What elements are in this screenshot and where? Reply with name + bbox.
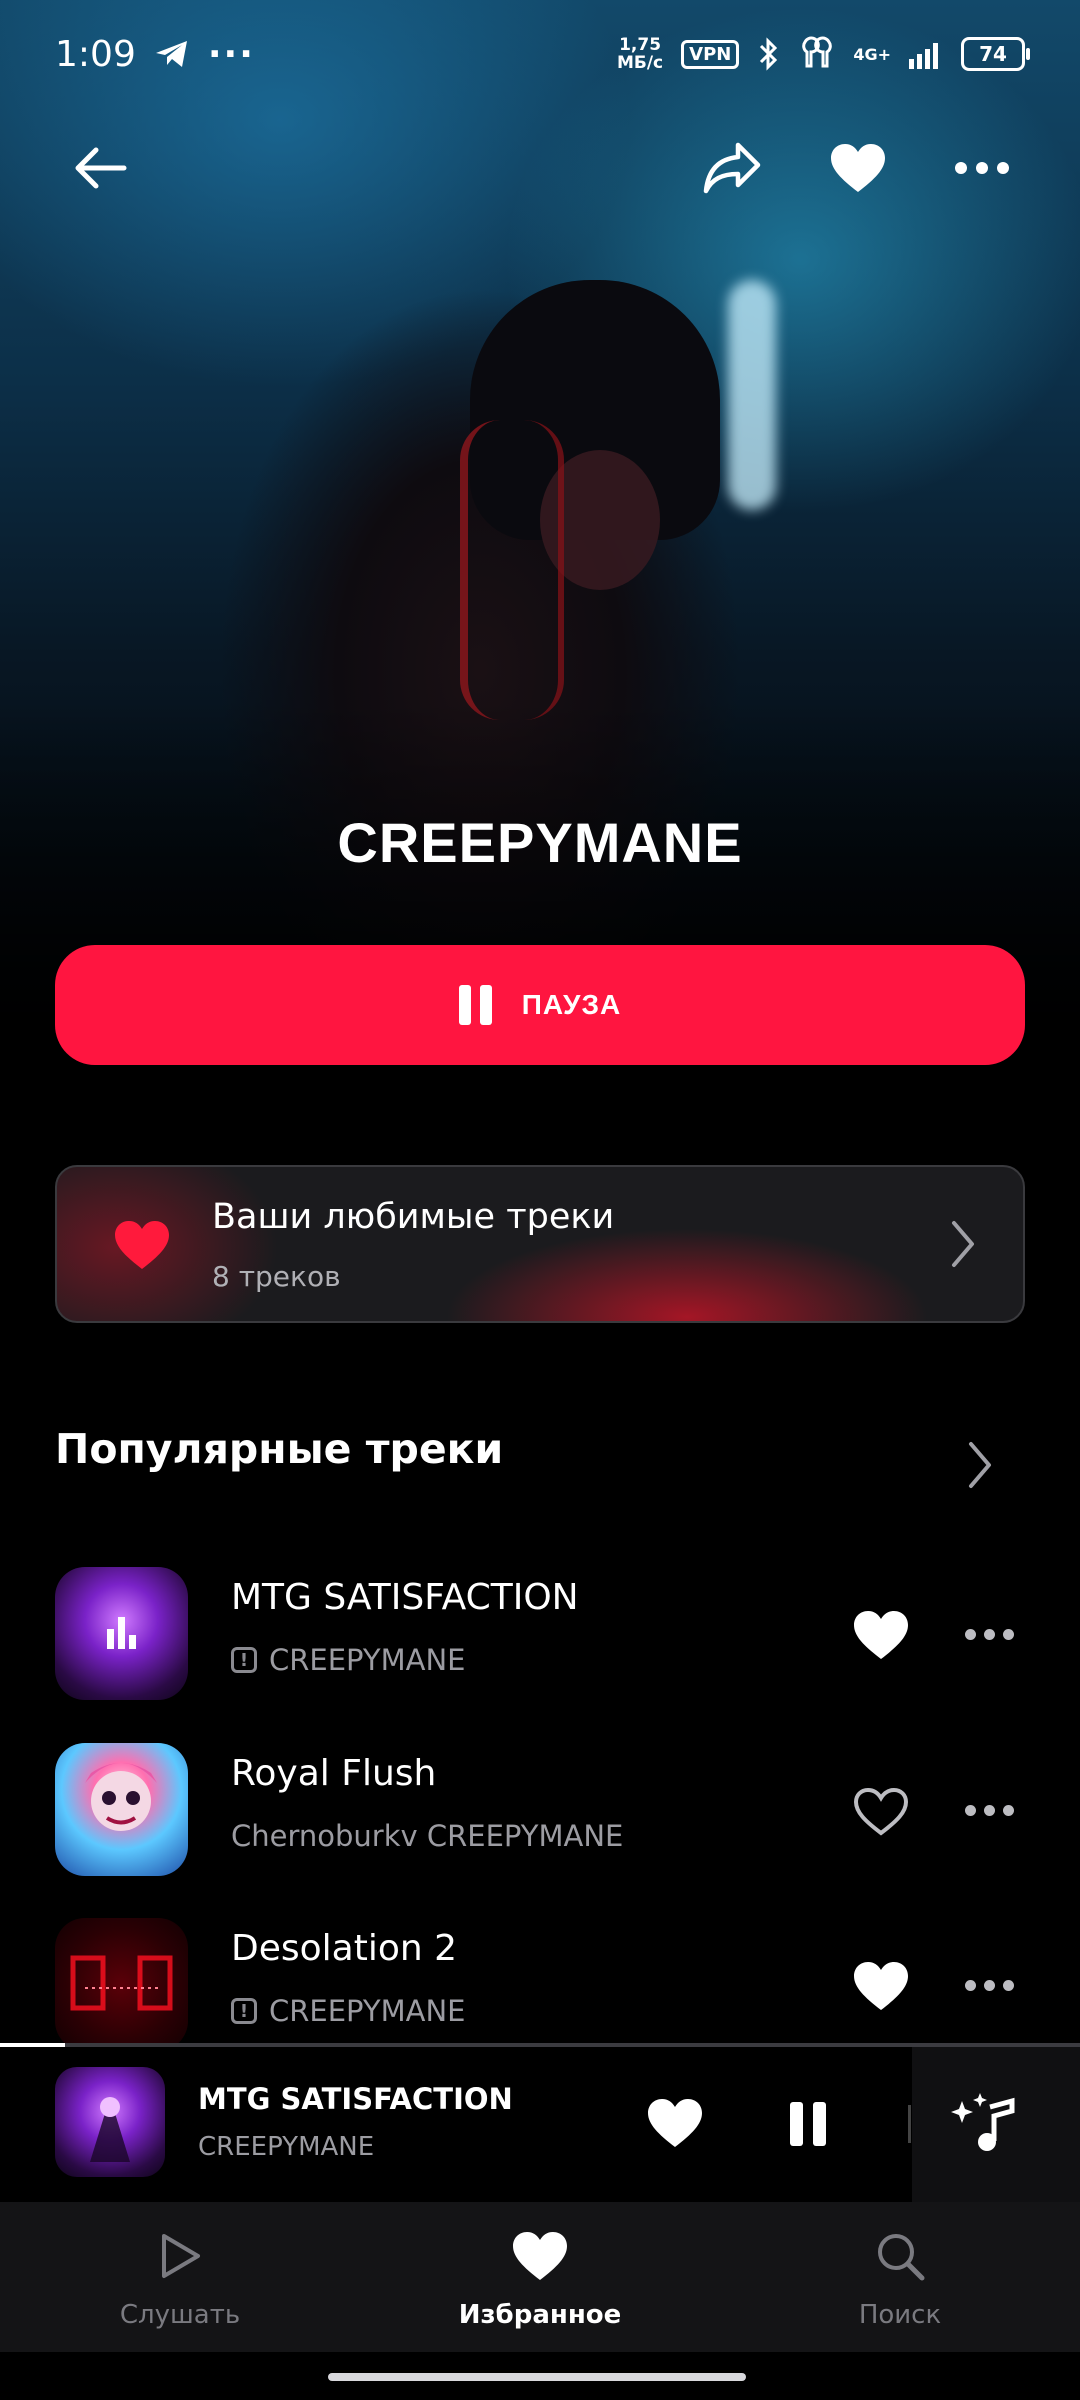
nav-label: Слушать xyxy=(119,2300,241,2330)
divider xyxy=(908,2105,911,2143)
share-button[interactable] xyxy=(692,128,772,208)
dot xyxy=(955,162,967,174)
track-artist: CREEPYMANE xyxy=(269,1994,466,2028)
search-icon xyxy=(878,2234,925,2281)
track-artist: Chernoburkv CREEPYMANE xyxy=(231,1819,624,1853)
track-artist-line: Chernoburkv CREEPYMANE xyxy=(231,1819,623,1853)
pause-button[interactable]: ПАУЗА xyxy=(55,945,1025,1065)
track-artist-line: ! CREEPYMANE xyxy=(231,1643,466,1677)
track-like-button[interactable] xyxy=(851,1785,911,1837)
dot xyxy=(997,162,1009,174)
track-more-button[interactable] xyxy=(965,1980,1014,1991)
cover-character xyxy=(85,1763,157,1831)
artist-name: CREEPYMANE xyxy=(337,811,743,874)
arrow-left-icon xyxy=(75,147,127,189)
track-artist-line: ! CREEPYMANE xyxy=(231,1994,466,2028)
nav-item-listen[interactable]: Слушать xyxy=(60,2224,300,2330)
bottom-navigation: Слушать Избранное Поиск xyxy=(0,2202,1080,2352)
mini-player[interactable]: MTG SATISFACTION CREEPYMANE xyxy=(0,2047,1080,2202)
nav-label: Поиск xyxy=(858,2300,942,2330)
chevron-right-icon xyxy=(952,1221,974,1267)
artist-hoodie-pattern xyxy=(460,420,564,720)
like-artist-button[interactable] xyxy=(818,128,898,208)
net-speed: 1,75 МБ/с xyxy=(616,35,664,73)
nav-item-search[interactable]: Поиск xyxy=(780,2224,1020,2330)
explicit-icon: ! xyxy=(231,1647,257,1673)
mini-player-like-button[interactable] xyxy=(645,2097,705,2149)
heart-filled-icon xyxy=(115,1221,169,1269)
popular-tracks-more-button[interactable] xyxy=(965,1440,995,1490)
track-artist: CREEPYMANE xyxy=(269,1643,466,1677)
share-icon xyxy=(703,142,761,194)
battery-indicator: 74 xyxy=(961,37,1030,71)
network-type: 4G+ xyxy=(853,44,891,64)
track-like-button[interactable] xyxy=(851,1960,911,2012)
track-cover xyxy=(55,1918,188,2051)
track-row[interactable]: Royal Flush Chernoburkv CREEPYMANE xyxy=(0,1743,1080,1883)
more-notifications-icon: ··· xyxy=(207,33,255,75)
my-wave-icon[interactable] xyxy=(950,2087,1020,2157)
mini-player-cover xyxy=(55,2067,165,2177)
mini-player-artist: CREEPYMANE xyxy=(198,2132,375,2162)
popular-tracks-title: Популярные треки xyxy=(55,1425,504,1473)
track-title: Desolation 2 xyxy=(231,1928,458,1969)
home-indicator[interactable] xyxy=(328,2373,746,2381)
favorite-tracks-count: 8 треков xyxy=(212,1260,341,1293)
status-bar: 1:09 ··· 1,75 МБ/с VPN 4G+ 74 xyxy=(0,0,1080,108)
cover-glyph xyxy=(70,1955,173,2011)
status-time: 1:09 xyxy=(55,33,136,75)
nav-item-favorites[interactable]: Избранное xyxy=(420,2224,660,2330)
track-cover xyxy=(55,1567,188,1700)
dot xyxy=(976,162,988,174)
play-icon xyxy=(162,2234,200,2278)
earbuds-icon xyxy=(802,36,833,68)
favorite-tracks-card[interactable]: Ваши любимые треки 8 треков xyxy=(55,1165,1025,1323)
track-title: Royal Flush xyxy=(231,1753,437,1794)
track-cover xyxy=(55,1743,188,1876)
pause-icon xyxy=(458,985,492,1025)
nav-label: Избранное xyxy=(458,2300,622,2330)
track-row[interactable]: Desolation 2 ! CREEPYMANE xyxy=(0,1918,1080,2058)
track-like-button[interactable] xyxy=(851,1609,911,1661)
heart-icon xyxy=(513,2232,567,2280)
telegram-icon xyxy=(155,41,187,67)
more-options-button[interactable] xyxy=(942,128,1022,208)
back-button[interactable] xyxy=(60,128,140,208)
track-title: MTG SATISFACTION xyxy=(231,1577,579,1618)
artist-hero-image xyxy=(0,0,1080,1100)
track-row[interactable]: MTG SATISFACTION ! CREEPYMANE xyxy=(0,1567,1080,1707)
heart-filled-icon xyxy=(831,144,885,192)
bluetooth-icon xyxy=(760,37,778,71)
mini-player-pause-button[interactable] xyxy=(790,2102,826,2146)
pause-button-label: ПАУЗА xyxy=(521,989,622,1020)
track-more-button[interactable] xyxy=(965,1805,1014,1816)
explicit-icon: ! xyxy=(231,1998,257,2024)
mini-player-title: MTG SATISFACTION xyxy=(198,2082,513,2116)
vpn-badge: VPN xyxy=(681,39,740,69)
track-more-button[interactable] xyxy=(965,1629,1014,1640)
signal-icon xyxy=(909,43,938,69)
favorite-tracks-title: Ваши любимые треки xyxy=(212,1197,615,1237)
cover-art xyxy=(90,2097,130,2162)
now-playing-equalizer-icon xyxy=(107,1617,136,1649)
